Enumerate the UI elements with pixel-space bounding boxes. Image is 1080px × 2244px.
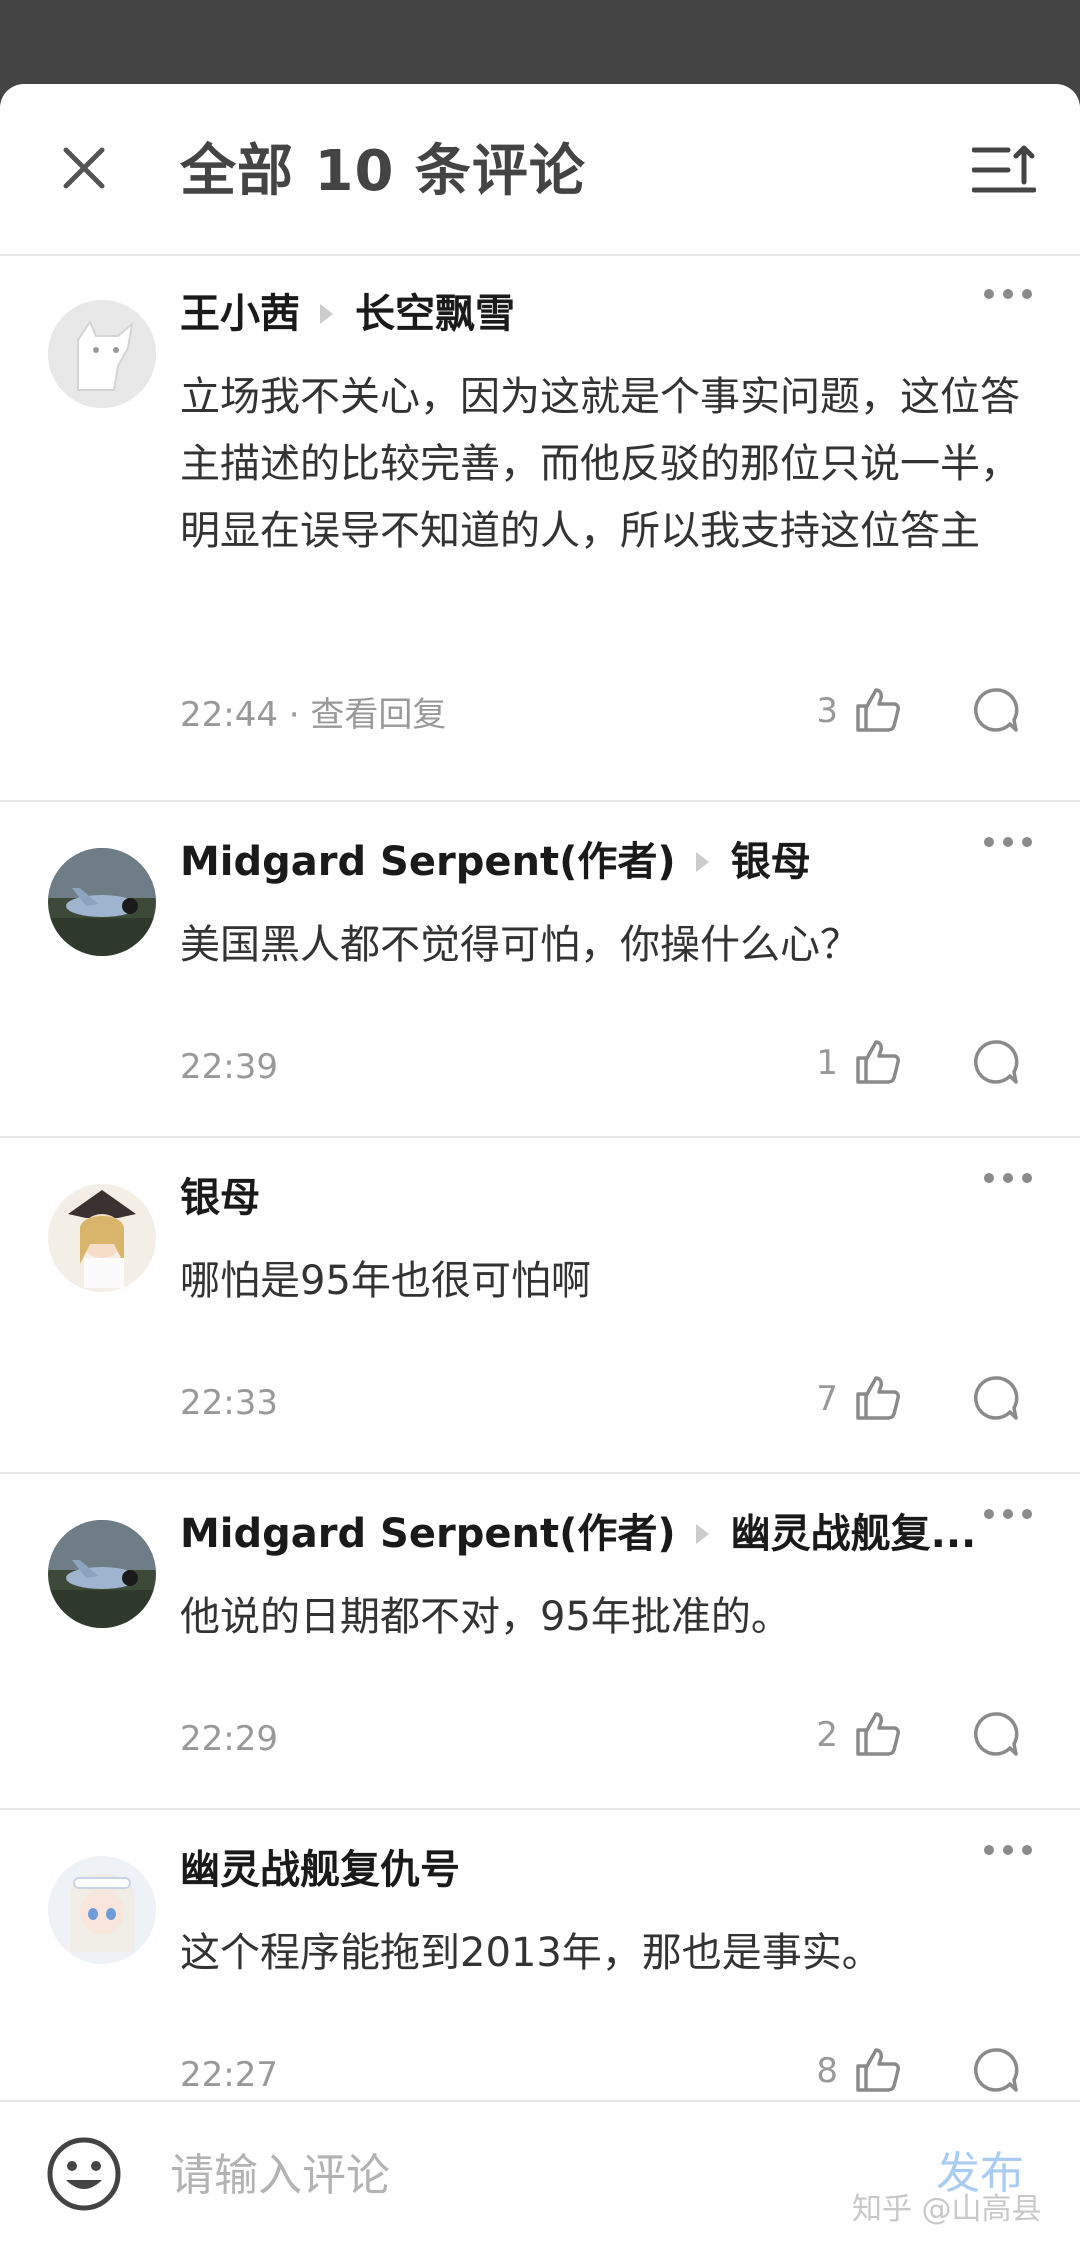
more-button[interactable]: [978, 274, 1038, 314]
avatar[interactable]: [48, 1856, 156, 1964]
thumbs-up-icon: [856, 2048, 900, 2092]
close-button[interactable]: [44, 128, 124, 208]
comment-bubble-icon: [973, 688, 1019, 732]
avatar[interactable]: [48, 1184, 156, 1292]
comment-text: 他说的日期都不对，95年批准的。: [180, 1594, 791, 1640]
comment-time[interactable]: 22:44 · 查看回复: [180, 690, 446, 740]
reply-button[interactable]: [966, 680, 1026, 740]
comment-bubble-icon: [973, 2048, 1019, 2092]
comment-text: 这个程序能拖到2013年，那也是事实。: [180, 1930, 882, 1976]
reply-to-name[interactable]: 银母: [731, 832, 811, 892]
like-button[interactable]: [848, 2040, 908, 2100]
author-line: Midgard Serpent(作者) 幽灵战舰复...: [180, 1504, 976, 1564]
close-icon: [63, 147, 105, 189]
reply-button[interactable]: [966, 1368, 1026, 1428]
comment-text: 美国黑人都不觉得可怕，你操什么心？: [180, 922, 860, 968]
like-button[interactable]: [848, 680, 908, 740]
reply-to-name[interactable]: 幽灵战舰复...: [731, 1504, 977, 1564]
default-cat-avatar-icon: [48, 300, 156, 408]
like-button[interactable]: [848, 1032, 908, 1092]
author-name[interactable]: 幽灵战舰复仇号: [180, 1840, 460, 1900]
more-icon: [984, 837, 1032, 847]
reply-button[interactable]: [966, 1704, 1026, 1764]
thumbs-up-icon: [856, 1712, 900, 1756]
comment-bubble-icon: [973, 1376, 1019, 1420]
airplane-avatar-icon: [48, 1520, 156, 1628]
author-name[interactable]: Midgard Serpent(作者): [180, 832, 676, 892]
like-button[interactable]: [848, 1368, 908, 1428]
comment-bubble-icon: [973, 1040, 1019, 1084]
comment-bubble-icon: [973, 1712, 1019, 1756]
comment-item: 幽灵战舰复仇号 这个程序能拖到2013年，那也是事实。 22:27 8: [0, 1810, 1080, 2146]
comment-item: 银母 哪怕是95年也很可怕啊 22:33 7: [0, 1138, 1080, 1474]
comment-time: 22:29: [180, 1719, 278, 1759]
comment-text: 哪怕是95年也很可怕啊: [180, 1258, 591, 1304]
like-count: 3: [816, 691, 838, 731]
airplane-avatar-icon: [48, 848, 156, 956]
sort-icon: [972, 145, 1036, 193]
watermark: 知乎 @山高县: [852, 2192, 1042, 2227]
reply-arrow-icon: [695, 852, 709, 872]
more-icon: [984, 1173, 1032, 1183]
more-button[interactable]: [978, 822, 1038, 862]
author-line: 银母: [180, 1168, 260, 1228]
author-name[interactable]: Midgard Serpent(作者): [180, 1504, 676, 1564]
comment-input[interactable]: [168, 2138, 772, 2212]
more-icon: [984, 1845, 1032, 1855]
more-button[interactable]: [978, 1830, 1038, 1870]
like-count: 2: [816, 1715, 838, 1755]
emoji-button[interactable]: [44, 2134, 124, 2214]
more-icon: [984, 289, 1032, 299]
more-button[interactable]: [978, 1494, 1038, 1534]
comment-item: 王小茜 长空飘雪 立场我不关心，因为这就是个事实问题，这位答主描述的比较完善，而…: [0, 254, 1080, 802]
reply-to-name[interactable]: 长空飘雪: [355, 284, 515, 344]
comments-header: 全部 10 条评论: [0, 84, 1080, 256]
more-button[interactable]: [978, 1158, 1038, 1198]
thumbs-up-icon: [856, 1040, 900, 1084]
anime-girl-avatar-icon: [48, 1184, 156, 1292]
author-name[interactable]: 王小茜: [180, 284, 300, 344]
like-count: 7: [816, 1379, 838, 1419]
like-button[interactable]: [848, 1704, 908, 1764]
avatar[interactable]: [48, 300, 156, 408]
thumbs-up-icon: [856, 688, 900, 732]
reply-arrow-icon: [320, 304, 333, 324]
avatar[interactable]: [48, 1520, 156, 1628]
more-icon: [984, 1509, 1032, 1519]
like-count: 1: [816, 1043, 838, 1083]
emoji-icon: [47, 2137, 121, 2211]
author-line: 王小茜 长空飘雪: [180, 284, 515, 344]
reply-arrow-icon: [695, 1524, 709, 1544]
comment-time: 22:33: [180, 1383, 278, 1423]
avatar[interactable]: [48, 848, 156, 956]
comment-item: Midgard Serpent(作者) 银母 美国黑人都不觉得可怕，你操什么心？…: [0, 802, 1080, 1138]
author-name[interactable]: 银母: [180, 1168, 260, 1228]
comment-item: Midgard Serpent(作者) 幽灵战舰复... 他说的日期都不对，95…: [0, 1474, 1080, 1810]
comments-sheet: 全部 10 条评论 王小茜 长空飘雪 立场我不关心，因为这就是个事实问题，这位答…: [0, 84, 1080, 2244]
anime-sailor-avatar-icon: [48, 1856, 156, 1964]
reply-button[interactable]: [966, 1032, 1026, 1092]
comment-input-bar: 发布 知乎 @山高县: [0, 2100, 1080, 2244]
author-line: 幽灵战舰复仇号: [180, 1840, 460, 1900]
author-line: Midgard Serpent(作者) 银母: [180, 832, 811, 892]
page-title: 全部 10 条评论: [180, 139, 586, 204]
comment-time: 22:39: [180, 1047, 278, 1087]
like-count: 8: [816, 2051, 838, 2091]
sort-button[interactable]: [964, 138, 1044, 202]
comment-time: 22:27: [180, 2055, 278, 2095]
thumbs-up-icon: [856, 1376, 900, 1420]
comment-text: 立场我不关心，因为这就是个事实问题，这位答主描述的比较完善，而他反驳的那位只说一…: [180, 374, 1020, 554]
reply-button[interactable]: [966, 2040, 1026, 2100]
